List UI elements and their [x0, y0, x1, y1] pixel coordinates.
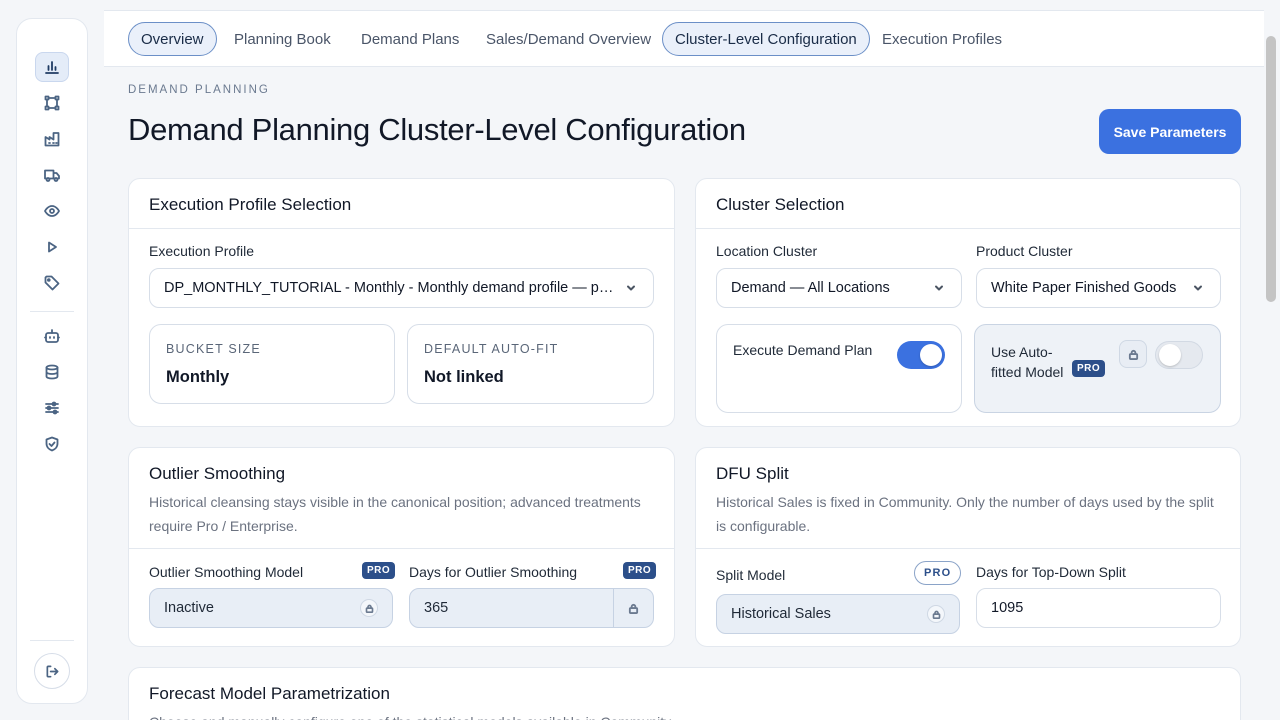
card-title: DFU Split: [716, 464, 789, 483]
forecast-model-card: Forecast Model Parametrization Choose an…: [128, 667, 1241, 720]
card-description: Historical cleansing stays visible in th…: [149, 494, 641, 534]
execute-demand-plan-toggle[interactable]: [897, 341, 945, 369]
toggle-knob: [920, 344, 942, 366]
sidebar-divider: [30, 311, 74, 312]
split-model-value: Historical Sales: [731, 606, 831, 622]
outlier-days-field[interactable]: 365: [409, 588, 654, 628]
execution-profile-card: Execution Profile Selection Execution Pr…: [128, 178, 675, 427]
execution-profile-label: Execution Profile: [149, 243, 255, 259]
use-autofitted-model-box: Use Auto-fitted Model PRO: [974, 324, 1221, 413]
outlier-days-value: 365: [424, 600, 449, 616]
sliders-icon[interactable]: [35, 393, 69, 423]
sidebar: [16, 18, 88, 704]
default-autofit-label: DEFAULT AUTO-FIT: [424, 342, 559, 356]
page-eyebrow: DEMAND PLANNING: [128, 84, 270, 96]
bucket-size-value: Monthly: [166, 368, 230, 386]
outlier-smoothing-card: Outlier Smoothing Historical cleansing s…: [128, 447, 675, 647]
play-icon[interactable]: [35, 232, 69, 262]
execute-demand-plan-label: Execute Demand Plan: [733, 342, 873, 358]
sidebar-divider: [30, 640, 74, 641]
pro-badge: PRO: [623, 562, 657, 579]
workflow-icon[interactable]: [35, 88, 69, 118]
topdown-days-input[interactable]: 1095: [976, 588, 1221, 628]
default-autofit-value: Not linked: [424, 368, 504, 386]
bucket-size-stat: BUCKET SIZE Monthly: [149, 324, 395, 404]
topdown-days-label: Days for Top-Down Split: [976, 564, 1126, 580]
pro-badge: PRO: [914, 561, 962, 585]
bot-icon[interactable]: [35, 321, 69, 351]
tab-planning-book[interactable]: Planning Book: [222, 22, 343, 56]
execution-profile-value: DP_MONTHLY_TUTORIAL - Monthly - Monthly …: [164, 280, 615, 296]
cluster-selection-card: Cluster Selection Location Cluster Deman…: [695, 178, 1241, 427]
lock-icon: [360, 599, 378, 617]
card-divider: [129, 228, 674, 229]
card-title: Execution Profile Selection: [149, 195, 352, 214]
eye-icon[interactable]: [35, 196, 69, 226]
chevron-down-icon: [623, 280, 639, 296]
card-description: Historical Sales is fixed in Community. …: [716, 494, 1214, 534]
card-title: Outlier Smoothing: [149, 464, 286, 483]
outlier-model-label: Outlier Smoothing Model: [149, 564, 304, 580]
location-cluster-value: Demand — All Locations: [731, 280, 890, 296]
card-divider: [696, 228, 1240, 229]
card-divider: [129, 548, 674, 549]
lock-icon: [927, 605, 945, 623]
use-autofitted-model-label: Use Auto-fitted Model: [991, 344, 1064, 380]
outlier-model-value: Inactive: [164, 600, 214, 616]
location-cluster-label: Location Cluster: [716, 243, 818, 259]
card-divider: [696, 548, 1240, 549]
tab-execution-profiles[interactable]: Execution Profiles: [870, 22, 1014, 56]
tab-cluster-level-configuration[interactable]: Cluster-Level Configuration: [662, 22, 870, 56]
scrollbar[interactable]: [1266, 36, 1276, 302]
bucket-size-label: BUCKET SIZE: [166, 342, 261, 356]
card-description: Choose and manually configure one of the…: [149, 710, 1049, 720]
card-title: Cluster Selection: [716, 195, 845, 214]
execute-demand-plan-box: Execute Demand Plan: [716, 324, 962, 413]
pro-badge: PRO: [1072, 360, 1106, 377]
dfu-split-card: DFU Split Historical Sales is fixed in C…: [695, 447, 1241, 647]
lock-icon: [1119, 340, 1147, 368]
tab-overview[interactable]: Overview: [128, 22, 217, 56]
chevron-down-icon: [1190, 280, 1206, 296]
use-autofitted-model-toggle[interactable]: [1155, 341, 1203, 369]
logout-button[interactable]: [34, 653, 70, 689]
pro-badge: PRO: [362, 562, 396, 579]
logout-icon: [46, 665, 58, 677]
chevron-down-icon: [931, 280, 947, 296]
save-parameters-button[interactable]: Save Parameters: [1099, 109, 1241, 154]
lock-icon: [613, 589, 653, 627]
outlier-days-label: Days for Outlier Smoothing: [409, 564, 578, 580]
toggle-knob: [1159, 344, 1181, 366]
factory-icon[interactable]: [35, 124, 69, 154]
page-title: Demand Planning Cluster-Level Configurat…: [128, 112, 746, 147]
shield-check-icon[interactable]: [35, 429, 69, 459]
tag-icon[interactable]: [35, 268, 69, 298]
product-cluster-select[interactable]: White Paper Finished Goods: [976, 268, 1221, 308]
outlier-model-field[interactable]: Inactive: [149, 588, 393, 628]
split-model-label: Split Model: [716, 567, 786, 583]
main-content: Overview Planning Book Demand Plans Sale…: [104, 0, 1264, 720]
location-cluster-select[interactable]: Demand — All Locations: [716, 268, 962, 308]
bar-chart-icon[interactable]: [35, 52, 69, 82]
product-cluster-label: Product Cluster: [976, 243, 1073, 259]
tab-demand-plans[interactable]: Demand Plans: [349, 22, 471, 56]
product-cluster-value: White Paper Finished Goods: [991, 280, 1177, 296]
truck-icon[interactable]: [35, 160, 69, 190]
tab-bar: Overview Planning Book Demand Plans Sale…: [104, 10, 1264, 67]
execution-profile-select[interactable]: DP_MONTHLY_TUTORIAL - Monthly - Monthly …: [149, 268, 654, 308]
default-autofit-stat: DEFAULT AUTO-FIT Not linked: [407, 324, 654, 404]
database-icon[interactable]: [35, 357, 69, 387]
tab-sales-demand-overview[interactable]: Sales/Demand Overview: [474, 22, 663, 56]
split-model-field[interactable]: Historical Sales: [716, 594, 960, 634]
card-title: Forecast Model Parametrization: [149, 684, 390, 703]
